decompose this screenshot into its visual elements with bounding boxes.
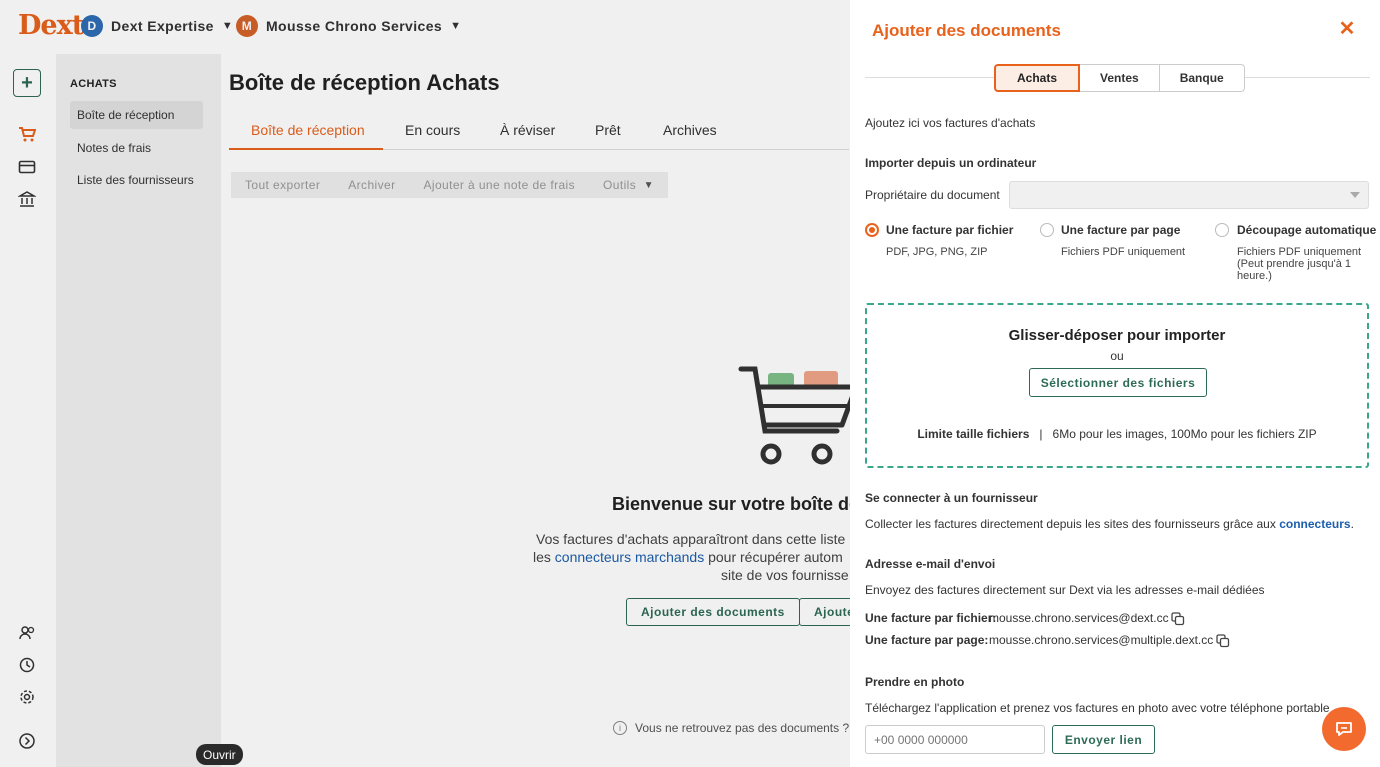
photo-text: Téléchargez l'application et prenez vos …: [865, 701, 1330, 715]
drop-zone-or: ou: [1110, 349, 1124, 363]
file-drop-zone[interactable]: Glisser-déposer pour importer ou Sélecti…: [865, 303, 1369, 468]
close-icon[interactable]: ✕: [1338, 18, 1356, 40]
chevron-down-icon: [1350, 192, 1360, 198]
radio-one-per-page[interactable]: [1040, 223, 1054, 237]
option-auto-split-desc-3: heure.): [1237, 270, 1272, 282]
file-size-limit: Limite taille fichiers | 6Mo pour les im…: [867, 427, 1367, 441]
email-per-file-value[interactable]: mousse.chrono.services@dext.cc: [989, 611, 1169, 625]
document-type-tabs: Achats Ventes Banque: [994, 64, 1245, 92]
import-section-title: Importer depuis un ordinateur: [865, 156, 1037, 170]
owner-label: Propriétaire du document: [865, 188, 1000, 202]
limit-label: Limite taille fichiers: [917, 427, 1030, 441]
open-tooltip: Ouvrir: [196, 744, 243, 765]
connect-section-title: Se connecter à un fournisseur: [865, 491, 1038, 505]
chat-icon: [1336, 722, 1352, 736]
limit-separator: |: [1039, 427, 1043, 441]
radio-one-per-file[interactable]: [865, 223, 879, 237]
intro-text: Ajoutez ici vos factures d'achats: [865, 116, 1036, 130]
email-per-file-label: Une facture par fichier:: [865, 611, 997, 625]
option-one-per-file-label[interactable]: Une facture par fichier: [886, 223, 1013, 237]
copy-icon[interactable]: [1216, 634, 1230, 648]
option-auto-split-desc-1: Fichiers PDF uniquement: [1237, 246, 1362, 258]
option-one-per-page-desc: Fichiers PDF uniquement: [1061, 246, 1186, 258]
select-files-button[interactable]: Sélectionner des fichiers: [1029, 368, 1207, 397]
tab-sales[interactable]: Ventes: [1080, 64, 1160, 92]
chat-launcher[interactable]: [1322, 707, 1366, 751]
add-documents-drawer: Ajouter des documents ✕ Achats Ventes Ba…: [850, 0, 1380, 767]
email-text: Envoyez des factures directement sur Dex…: [865, 583, 1265, 597]
option-one-per-page-label[interactable]: Une facture par page: [1061, 223, 1180, 237]
limit-value: 6Mo pour les images, 100Mo pour les fich…: [1052, 427, 1317, 441]
drop-zone-title: Glisser-déposer pour importer: [1008, 327, 1226, 344]
connect-text-body: Collecter les factures directement depui…: [865, 517, 1280, 531]
radio-auto-split[interactable]: [1215, 223, 1229, 237]
connectors-link[interactable]: connecteurs: [1279, 517, 1350, 531]
connect-text: Collecter les factures directement depui…: [865, 517, 1354, 531]
option-auto-split-label[interactable]: Découpage automatique: [1237, 223, 1376, 237]
send-link-button[interactable]: Envoyer lien: [1052, 725, 1155, 754]
copy-icon[interactable]: [1171, 612, 1185, 626]
email-section-title: Adresse e-mail d'envoi: [865, 557, 996, 571]
photo-section-title: Prendre en photo: [865, 675, 965, 689]
option-one-per-file-desc: PDF, JPG, PNG, ZIP: [886, 246, 988, 258]
email-per-page-label: Une facture par page:: [865, 633, 989, 647]
drawer-title: Ajouter des documents: [872, 21, 1061, 40]
option-auto-split-desc-2: (Peut prendre jusqu'à 1: [1237, 258, 1352, 270]
owner-select[interactable]: [1009, 181, 1369, 209]
connect-text-end: .: [1350, 517, 1354, 531]
modal-backdrop[interactable]: [0, 0, 850, 767]
tab-purchases[interactable]: Achats: [994, 64, 1081, 92]
email-per-page-value[interactable]: mousse.chrono.services@multiple.dext.cc: [989, 633, 1213, 647]
tab-bank[interactable]: Banque: [1159, 64, 1245, 92]
phone-number-input[interactable]: [865, 725, 1045, 754]
